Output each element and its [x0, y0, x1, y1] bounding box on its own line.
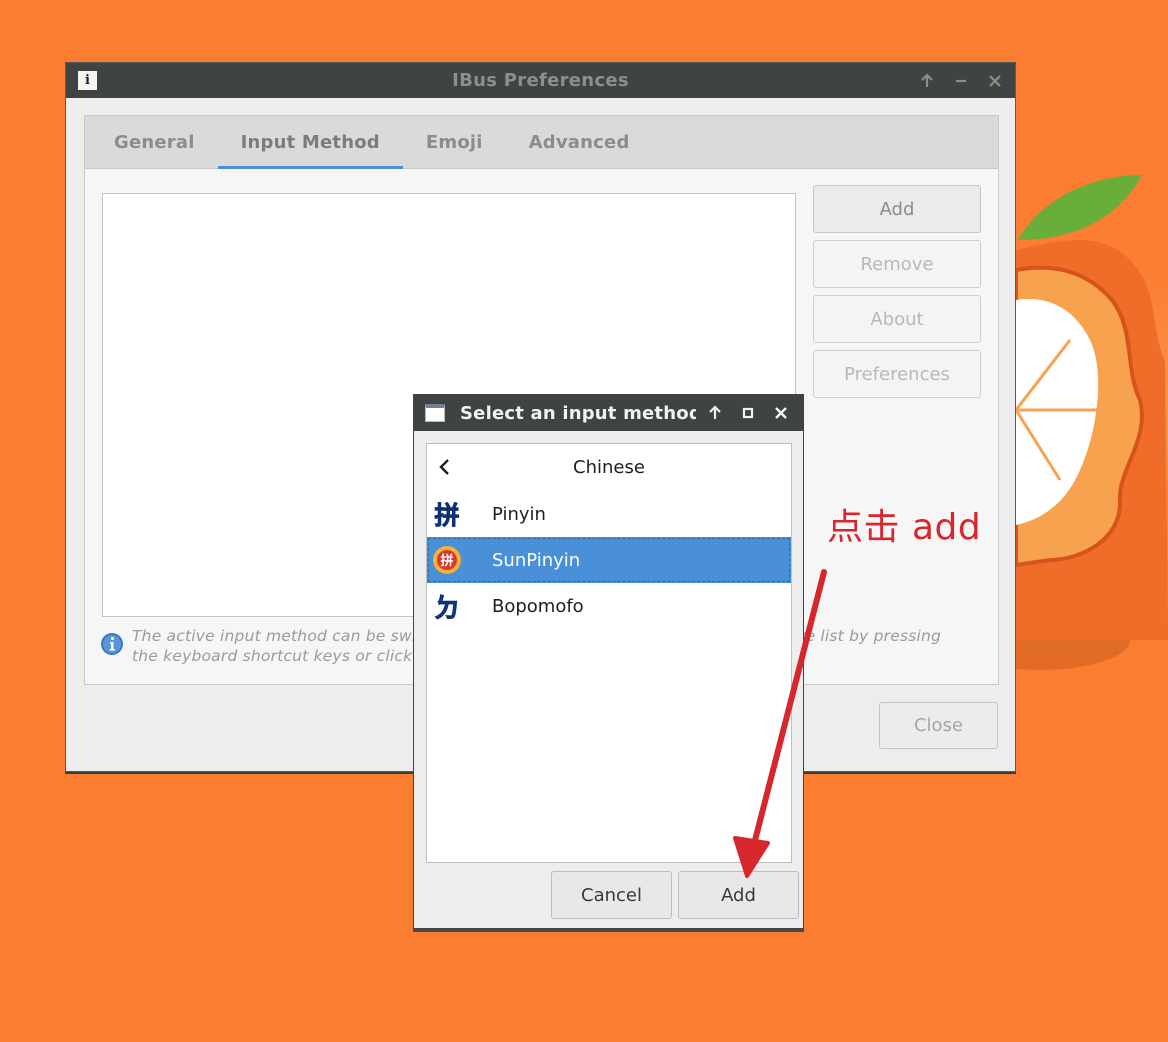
- select-input-method-dialog: Select an input method Chinese 拼 Pinyin …: [413, 394, 804, 929]
- list-item-sunpinyin[interactable]: 拼 SunPinyin: [427, 537, 791, 583]
- language-header[interactable]: Chinese: [427, 444, 791, 491]
- info-app-icon[interactable]: i: [78, 71, 97, 90]
- item-label: Bopomofo: [492, 595, 584, 617]
- cancel-button[interactable]: Cancel: [551, 871, 672, 919]
- engine-list[interactable]: Chinese 拼 Pinyin 拼 SunPinyin ㄉ Bopomofo: [426, 443, 792, 863]
- tab-general[interactable]: General: [91, 116, 218, 168]
- window-title: IBus Preferences: [452, 70, 629, 91]
- tab-emoji[interactable]: Emoji: [403, 116, 506, 168]
- close-button[interactable]: Close: [879, 702, 998, 749]
- svg-text:ㄉ: ㄉ: [434, 594, 460, 622]
- list-item-pinyin[interactable]: 拼 Pinyin: [427, 491, 791, 537]
- list-item-bopomofo[interactable]: ㄉ Bopomofo: [427, 583, 791, 629]
- about-button[interactable]: About: [813, 295, 981, 343]
- tab-advanced[interactable]: Advanced: [506, 116, 653, 168]
- side-button-column: Add Remove About Preferences: [813, 185, 981, 405]
- dialog-title: Select an input method: [460, 402, 696, 424]
- window-icon: [425, 404, 445, 422]
- remove-button[interactable]: Remove: [813, 240, 981, 288]
- svg-text:拼: 拼: [440, 553, 453, 569]
- tab-input-method[interactable]: Input Method: [217, 116, 404, 169]
- tab-bar: General Input Method Emoji Advanced: [85, 116, 998, 169]
- svg-text:拼: 拼: [434, 501, 459, 530]
- item-label: Pinyin: [492, 503, 546, 525]
- sunpinyin-icon: 拼: [433, 546, 461, 574]
- annotation-text: 点击 add: [827, 507, 982, 548]
- add-button[interactable]: Add: [813, 185, 981, 233]
- dialog-titlebar[interactable]: Select an input method: [414, 395, 803, 431]
- dialog-add-button[interactable]: Add: [678, 871, 799, 919]
- bopomofo-icon: ㄉ: [434, 594, 461, 622]
- arrow-up-icon[interactable]: [917, 71, 937, 91]
- pinyin-icon: 拼: [433, 501, 461, 530]
- maximize-icon[interactable]: [738, 403, 758, 423]
- info-icon: [101, 633, 123, 655]
- chevron-left-icon[interactable]: [435, 457, 455, 477]
- close-icon[interactable]: [985, 71, 1005, 91]
- preferences-button[interactable]: Preferences: [813, 350, 981, 398]
- minimize-icon[interactable]: [951, 71, 971, 91]
- language-label: Chinese: [573, 457, 645, 478]
- window-titlebar[interactable]: i IBus Preferences: [66, 63, 1015, 98]
- close-icon[interactable]: [771, 403, 791, 423]
- item-label: SunPinyin: [492, 549, 581, 571]
- arrow-up-icon[interactable]: [705, 403, 725, 423]
